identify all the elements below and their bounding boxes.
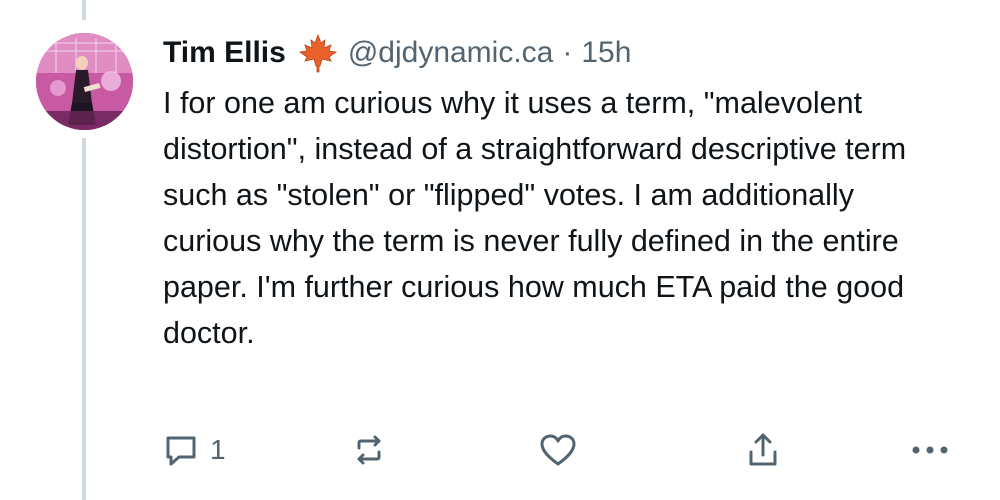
avatar-image [36, 33, 133, 130]
reply-button[interactable]: 1 [162, 425, 226, 475]
action-bar: 1 [0, 425, 1000, 475]
author-handle[interactable]: @djdynamic.ca [348, 36, 554, 70]
reply-count: 1 [210, 434, 226, 465]
post: Tim Ellis @djdynamic.ca · 15h I for one … [0, 0, 1000, 500]
thread-line-top [82, 0, 86, 20]
separator-dot: · [562, 36, 573, 69]
like-button[interactable] [538, 425, 578, 475]
post-text: I for one am curious why it uses a term,… [163, 86, 907, 350]
reply-icon [162, 431, 200, 469]
maple-leaf-icon [298, 33, 338, 73]
avatar[interactable] [36, 33, 133, 130]
share-icon [744, 430, 782, 470]
repost-icon [350, 431, 388, 469]
more-icon [910, 444, 950, 456]
more-button[interactable] [910, 425, 950, 475]
post-content: Tim Ellis @djdynamic.ca · 15h I for one … [163, 30, 963, 356]
author-name[interactable]: Tim Ellis [163, 36, 286, 70]
post-header: Tim Ellis @djdynamic.ca · 15h [163, 30, 963, 76]
share-button[interactable] [744, 425, 782, 475]
post-time[interactable]: 15h [581, 36, 631, 70]
repost-button[interactable] [350, 425, 388, 475]
heart-icon [538, 431, 578, 469]
